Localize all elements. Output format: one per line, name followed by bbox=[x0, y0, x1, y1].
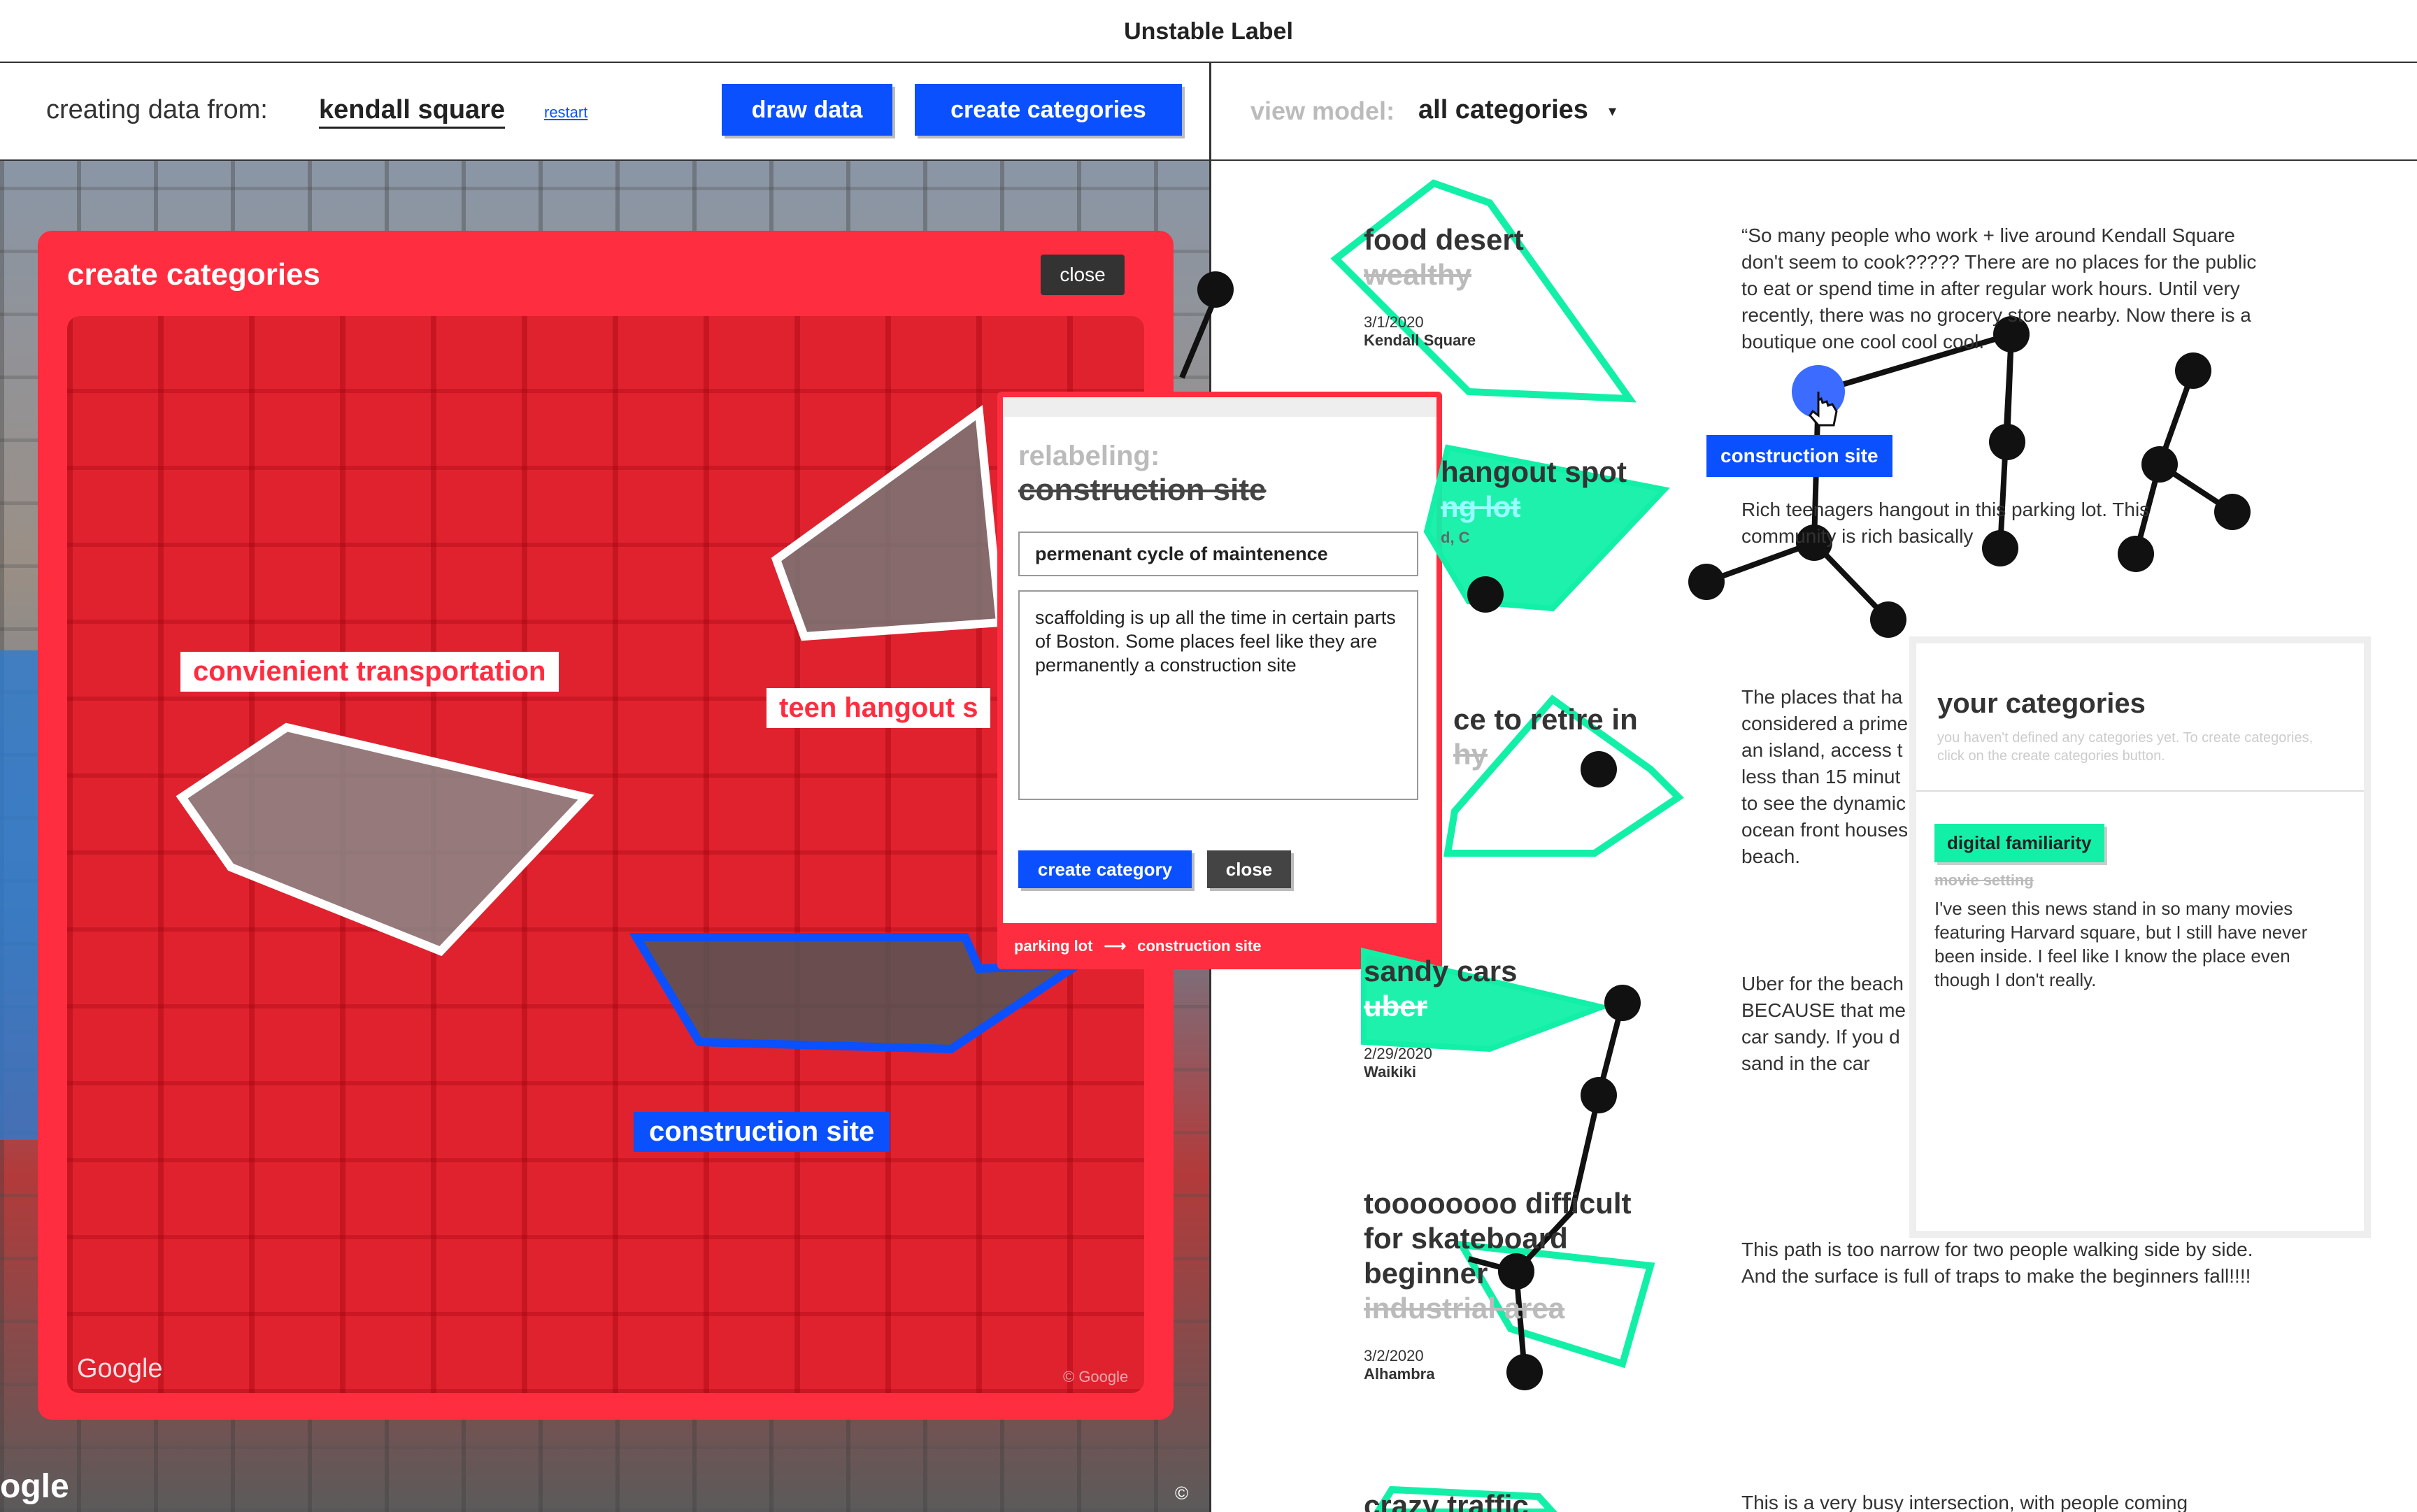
item-title: sandy cars bbox=[1364, 955, 1518, 987]
item-title: ce to retire in bbox=[1453, 703, 1638, 736]
item-date: 3/2/2020 bbox=[1364, 1347, 1424, 1364]
item-title-line: beginner bbox=[1364, 1257, 1488, 1290]
item-title: hangout spot bbox=[1441, 455, 1627, 488]
list-item[interactable]: food desert wealthy 3/1/2020 Kendall Squ… bbox=[1364, 222, 1524, 350]
list-item[interactable]: crazy traffic bbox=[1364, 1488, 1529, 1512]
graph-node bbox=[2175, 352, 2211, 389]
your-categories-hint: you haven't defined any categories yet. … bbox=[1937, 730, 2313, 764]
category-struck-label: movie setting bbox=[1934, 871, 2034, 889]
item-struck-label: ng lot bbox=[1441, 490, 1521, 523]
item-place: d, C bbox=[1441, 529, 1470, 546]
list-item[interactable]: toooooooo difficult for skateboard begin… bbox=[1364, 1186, 1632, 1383]
category-description: I've seen this news stand in so many mov… bbox=[1934, 898, 2308, 990]
list-item[interactable]: ce to retire in hy bbox=[1453, 702, 1638, 772]
category-tag[interactable]: digital familiarity bbox=[1934, 824, 2104, 862]
graph-node bbox=[1467, 576, 1504, 613]
item-description: The places that ha considered a prime an… bbox=[1741, 686, 1909, 867]
item-title-line: toooooooo difficult bbox=[1364, 1187, 1632, 1220]
item-title: food desert bbox=[1364, 223, 1524, 256]
graph-node bbox=[2141, 446, 2178, 483]
graph-node bbox=[1989, 424, 2025, 460]
graph-node bbox=[2214, 494, 2251, 530]
list-item[interactable]: sandy cars uber 2/29/2020 Waikiki bbox=[1364, 954, 1517, 1081]
your-categories-title: your categories bbox=[1937, 688, 2146, 719]
graph-node bbox=[1688, 564, 1725, 600]
graph-node bbox=[1581, 1077, 1617, 1113]
item-description: This path is too narrow for two people w… bbox=[1741, 1239, 2253, 1287]
item-date: 2/29/2020 bbox=[1364, 1045, 1432, 1062]
item-place: Waikiki bbox=[1364, 1063, 1416, 1080]
item-date: 3/1/2020 bbox=[1364, 313, 1424, 331]
divider bbox=[1916, 790, 2364, 792]
item-struck-label: industrial area bbox=[1364, 1292, 1565, 1325]
item-description: This is a very busy intersection, with p… bbox=[1741, 1492, 2188, 1512]
item-title-line: for skateboard bbox=[1364, 1222, 1568, 1255]
item-struck-label: uber bbox=[1364, 990, 1428, 1022]
your-categories-panel: your categories you haven't defined any … bbox=[1916, 643, 2364, 1231]
item-description: Rich teenagers hangout in this parking l… bbox=[1741, 499, 2150, 547]
list-item[interactable]: hangout spot ng lot d, C bbox=[1441, 455, 1627, 547]
item-place: Kendall Square bbox=[1364, 331, 1476, 349]
item-struck-label: wealthy bbox=[1364, 258, 1472, 291]
graph-node bbox=[1870, 601, 1906, 638]
item-description: Uber for the beach BECAUSE that me car s… bbox=[1741, 973, 1906, 1074]
item-description: “So many people who work + live around K… bbox=[1741, 224, 2257, 352]
floating-label-construction-site[interactable]: construction site bbox=[1706, 435, 1892, 477]
item-place: Alhambra bbox=[1364, 1365, 1435, 1383]
item-title: crazy traffic bbox=[1364, 1489, 1529, 1512]
graph-node bbox=[1604, 985, 1641, 1021]
item-struck-label: hy bbox=[1453, 738, 1488, 771]
